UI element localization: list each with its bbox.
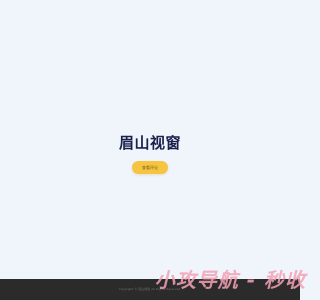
site-title: 眉山视窗 [118, 134, 181, 152]
watermark-text: 小攻导航 - 秒收 [154, 268, 306, 292]
enter-button[interactable]: 查看评论 [132, 161, 168, 174]
hero-section: 眉山视窗 查看评论 [0, 132, 300, 174]
page: 眉山视窗 查看评论 Copyright © 眉山视窗 All Rights Re… [0, 0, 305, 300]
